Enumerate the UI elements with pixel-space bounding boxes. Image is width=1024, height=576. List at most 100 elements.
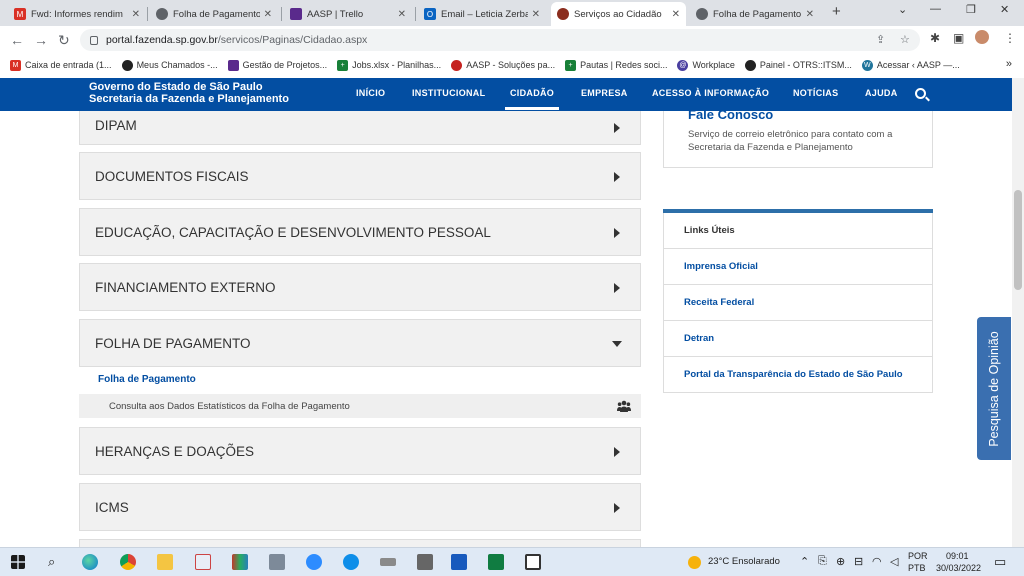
extensions-icon[interactable]: ✱	[930, 31, 940, 45]
onedrive-icon[interactable]: ⎘	[818, 555, 827, 568]
notifications-icon[interactable]: ▭	[994, 554, 1006, 570]
menu-cidadao[interactable]: CIDADÃO	[504, 88, 560, 110]
tray-chevron-up-icon[interactable]: ⌃	[800, 555, 809, 568]
close-icon[interactable]: ✕	[806, 9, 814, 20]
close-icon[interactable]: ✕	[132, 9, 140, 20]
menu-noticias[interactable]: NOTÍCIAS	[793, 88, 838, 98]
back-icon[interactable]: ←	[10, 32, 24, 48]
accordion-label: FINANCIAMENTO EXTERNO	[95, 279, 276, 295]
file-explorer-icon[interactable]	[157, 554, 173, 570]
close-icon[interactable]: ✕	[532, 9, 540, 20]
wordpress-icon: W	[861, 59, 873, 71]
network-icon[interactable]: ⊟	[854, 555, 863, 568]
lock-icon	[90, 35, 98, 45]
consulta-dados-item[interactable]: Consulta aos Dados Estatísticos da Folha…	[79, 394, 641, 418]
menu-acesso-informacao[interactable]: ACESSO À INFORMAÇÃO	[652, 88, 769, 98]
word-icon[interactable]	[451, 554, 467, 570]
printer-icon[interactable]	[417, 554, 433, 570]
contact-card: Fale Conosco Serviço de correio eletrôni…	[663, 111, 933, 168]
link-imprensa-oficial[interactable]: Imprensa Oficial	[663, 249, 933, 285]
snipping-tool-icon[interactable]	[195, 554, 211, 570]
restore-icon[interactable]: ❐	[966, 3, 976, 16]
tab-folha-1[interactable]: Folha de Pagamento ✕	[150, 2, 278, 26]
menu-ajuda[interactable]: AJUDA	[865, 88, 898, 98]
profile-avatar[interactable]	[975, 30, 989, 44]
pen-app-icon[interactable]	[380, 558, 396, 566]
search-icon[interactable]	[915, 88, 926, 99]
weather-text[interactable]: 23°C Ensolarado	[708, 556, 780, 567]
menu-empresa[interactable]: EMPRESA	[581, 88, 628, 98]
useful-links-heading: Links Úteis	[663, 213, 933, 249]
forward-icon[interactable]: →	[34, 32, 48, 48]
tab-trello[interactable]: AASP | Trello ✕	[284, 2, 412, 26]
bookmark-item[interactable]: M Caixa de entrada (1...	[10, 59, 112, 71]
close-icon[interactable]: ✕	[672, 9, 680, 20]
accordion-icms[interactable]: ICMS	[79, 483, 641, 531]
edge-icon[interactable]	[82, 554, 98, 570]
bookmark-item[interactable]: Meus Chamados -...	[121, 59, 218, 71]
snip-sketch-icon[interactable]	[525, 554, 541, 570]
close-window-icon[interactable]: ✕	[1000, 3, 1009, 16]
bookmark-item[interactable]: Painel - OTRS::ITSM...	[744, 59, 852, 71]
accordion-educacao[interactable]: EDUCAÇÃO, CAPACITAÇÃO E DESENVOLVIMENTO …	[79, 208, 641, 256]
menu-dots-icon[interactable]: ⋮	[1004, 31, 1016, 45]
accordion-folha-de-pagamento[interactable]: FOLHA DE PAGAMENTO	[79, 319, 641, 367]
contact-title[interactable]: Fale Conosco	[688, 111, 773, 122]
bookmark-item[interactable]: + Pautas | Redes soci...	[565, 59, 667, 71]
bookmark-item[interactable]: + Jobs.xlsx - Planilhas...	[337, 59, 441, 71]
accordion-herancas-doacoes[interactable]: HERANÇAS E DOAÇÕES	[79, 427, 641, 475]
url-input[interactable]: portal.fazenda.sp.gov.br/servicos/Pagina…	[80, 29, 920, 51]
teamviewer-icon[interactable]	[343, 554, 359, 570]
accordion-dipam[interactable]: DIPAM	[79, 111, 641, 145]
scrollbar-thumb[interactable]	[1014, 190, 1022, 290]
windows-start-icon[interactable]	[11, 555, 25, 569]
tab-search-icon[interactable]: ⌄	[898, 3, 907, 16]
close-icon[interactable]: ✕	[398, 9, 406, 20]
bookmark-item[interactable]: Gestão de Projetos...	[227, 59, 327, 71]
sidebar-icon[interactable]: ▣	[953, 31, 964, 45]
aasp-icon	[744, 59, 756, 71]
bookmarks-overflow-icon[interactable]: »	[1006, 58, 1012, 70]
volume-icon[interactable]: ◁	[890, 555, 898, 568]
feedback-tab[interactable]: Pesquisa de Opinião	[977, 317, 1011, 460]
accordion-financiamento-externo[interactable]: FINANCIAMENTO EXTERNO	[79, 263, 641, 311]
url-path: /servicos/Paginas/Cidadao.aspx	[217, 34, 368, 46]
bookmark-star-icon[interactable]: ☆	[900, 33, 910, 46]
close-icon[interactable]: ✕	[264, 9, 272, 20]
minimize-icon[interactable]: —	[930, 3, 941, 15]
tab-email[interactable]: O Email – Leticia Zerbat ✕	[418, 2, 546, 26]
share-icon[interactable]: ⇪	[876, 33, 885, 46]
accordion-next[interactable]	[79, 539, 641, 547]
wifi-icon[interactable]: ◠	[872, 555, 882, 568]
link-receita-federal[interactable]: Receita Federal	[663, 285, 933, 321]
zoom-icon[interactable]	[306, 554, 322, 570]
calculator-icon[interactable]	[269, 554, 285, 570]
bookmark-item[interactable]: W Acessar ‹ AASP —...	[861, 59, 960, 71]
search-taskbar-icon[interactable]: ⌕	[48, 554, 55, 570]
link-detran[interactable]: Detran	[663, 321, 933, 357]
link-portal-transparencia[interactable]: Portal da Transparência do Estado de São…	[663, 357, 933, 393]
page-scrollbar[interactable]	[1012, 78, 1024, 547]
excel-icon[interactable]	[488, 554, 504, 570]
folha-de-pagamento-link[interactable]: Folha de Pagamento	[98, 374, 196, 385]
new-tab-button[interactable]: +	[832, 3, 841, 20]
site-brand[interactable]: Governo do Estado de São Paulo Secretari…	[89, 81, 289, 105]
language-code[interactable]: POR	[908, 551, 928, 561]
tab-servicos-cidadao[interactable]: Serviços ao Cidadão ✕	[551, 2, 686, 26]
chrome-icon[interactable]	[120, 554, 136, 570]
accordion-documentos-fiscais[interactable]: DOCUMENTOS FISCAIS	[79, 152, 641, 200]
page-content: DIPAM DOCUMENTOS FISCAIS EDUCAÇÃO, CAPAC…	[0, 111, 1012, 547]
tab-folha-2[interactable]: Folha de Pagamento ✕	[690, 2, 820, 26]
reload-icon[interactable]: ↻	[58, 32, 70, 49]
clock-date[interactable]: 30/03/2022	[936, 563, 981, 573]
security-icon[interactable]: ⊕	[836, 555, 845, 568]
winrar-icon[interactable]	[232, 554, 248, 570]
bookmark-item[interactable]: @ Workplace	[677, 59, 735, 71]
bookmark-item[interactable]: AASP - Soluções pa...	[451, 59, 555, 71]
tab-gmail[interactable]: M Fwd: Informes rendim ✕	[8, 2, 146, 26]
menu-institucional[interactable]: INSTITUCIONAL	[412, 88, 485, 98]
clock-time[interactable]: 09:01	[946, 551, 969, 561]
useful-links-panel: Links Úteis Imprensa Oficial Receita Fed…	[663, 209, 933, 393]
menu-inicio[interactable]: INÍCIO	[356, 88, 385, 98]
keyboard-layout[interactable]: PTB	[908, 563, 926, 573]
